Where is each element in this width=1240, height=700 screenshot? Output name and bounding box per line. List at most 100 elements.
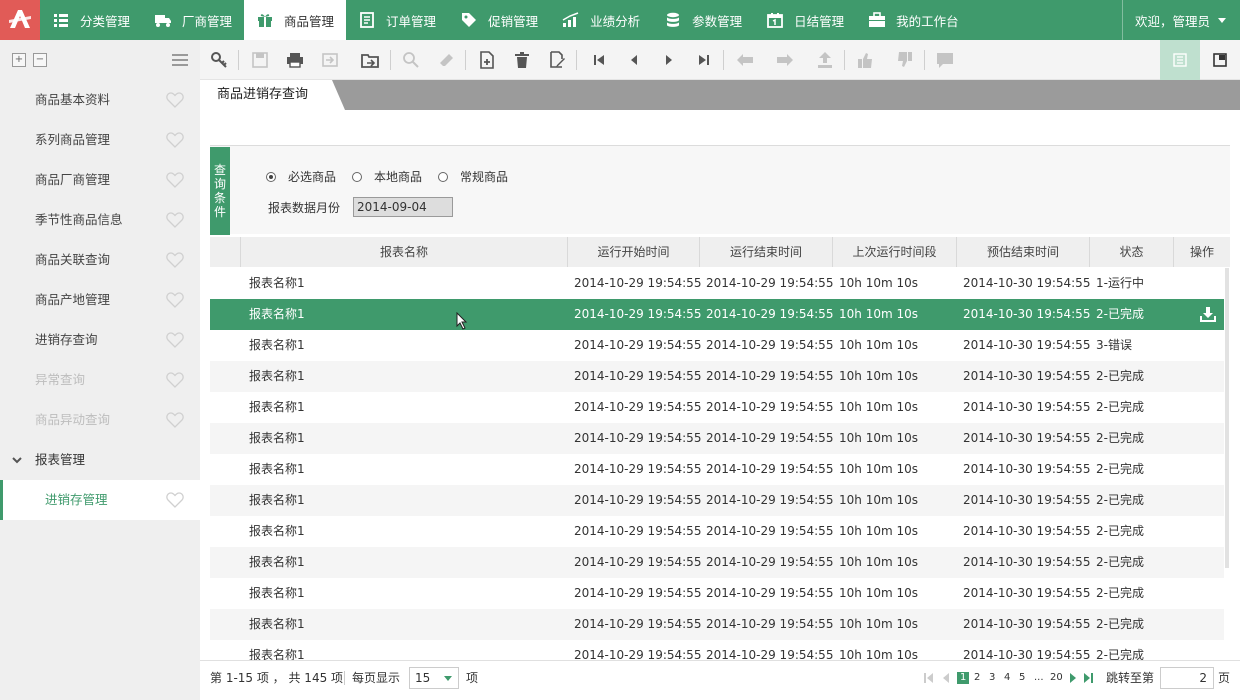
table-row[interactable]: 报表名称1 2014-10-29 19:54:55 2014-10-29 19:54… xyxy=(210,454,1224,485)
heart-icon[interactable] xyxy=(166,212,184,228)
heart-icon[interactable] xyxy=(166,412,184,428)
table-row[interactable]: 报表名称1 2014-10-29 19:54:55 2014-10-29 19:54… xyxy=(210,485,1224,516)
tab-inventory-query[interactable]: 商品进销存查询 xyxy=(200,80,345,110)
popout-icon[interactable] xyxy=(1200,40,1240,80)
page-link[interactable]: 1 xyxy=(957,672,970,684)
table-row[interactable]: 报表名称1 2014-10-29 19:54:55 2014-10-29 19:54… xyxy=(210,609,1224,640)
sidebar-item-1[interactable]: 系列商品管理 xyxy=(0,120,200,160)
nav-item-7[interactable]: 日结管理 xyxy=(754,0,856,40)
report-month-input[interactable]: 2014-09-04 xyxy=(353,197,453,217)
zoom-icon[interactable] xyxy=(402,51,420,69)
first-page-icon[interactable] xyxy=(590,51,608,69)
delete-icon[interactable] xyxy=(513,51,531,69)
table-row[interactable]: 报表名称1 2014-10-29 19:54:55 2014-10-29 19:54… xyxy=(210,423,1224,454)
radio-circle-icon[interactable] xyxy=(352,171,363,182)
sidebar-item-6[interactable]: 进销存查询 xyxy=(0,320,200,360)
table-row[interactable]: 报表名称1 2014-10-29 19:54:55 2014-10-29 19:54… xyxy=(210,392,1224,423)
column-header-0[interactable]: 报表名称 xyxy=(240,237,567,267)
nav-item-1[interactable]: 厂商管理 xyxy=(142,0,244,40)
nav-item-3[interactable]: 订单管理 xyxy=(346,0,448,40)
radio-option-1[interactable]: 本地商品 xyxy=(352,168,422,185)
last-page-icon[interactable] xyxy=(1084,673,1094,683)
heart-icon[interactable] xyxy=(166,132,184,148)
nav-item-0[interactable]: 分类管理 xyxy=(40,0,142,40)
user-menu[interactable]: 欢迎，管理员 xyxy=(1121,0,1240,40)
table-row[interactable]: 报表名称1 2014-10-29 19:54:55 2014-10-29 19:54… xyxy=(210,330,1224,361)
app-logo[interactable] xyxy=(0,0,40,40)
save-icon[interactable] xyxy=(251,51,269,69)
collapse-all-icon[interactable]: − xyxy=(33,53,47,67)
upload-icon[interactable] xyxy=(816,51,834,69)
column-header-1[interactable]: 运行开始时间 xyxy=(567,237,699,267)
heart-icon[interactable] xyxy=(166,252,184,268)
radio-circle-icon[interactable] xyxy=(266,171,276,182)
edit-icon[interactable] xyxy=(548,51,566,69)
nav-item-4[interactable]: 促销管理 xyxy=(448,0,550,40)
page-link[interactable]: 3 xyxy=(989,672,995,684)
sidebar-item-5[interactable]: 商品产地管理 xyxy=(0,280,200,320)
nav-item-6[interactable]: 参数管理 xyxy=(652,0,754,40)
nav-item-5[interactable]: 业绩分析 xyxy=(550,0,652,40)
print-icon[interactable] xyxy=(286,51,304,69)
page-link[interactable]: 20 xyxy=(1050,672,1063,684)
search-key-icon[interactable] xyxy=(210,51,228,69)
last-page-icon[interactable] xyxy=(695,51,713,69)
thumbs-down-icon[interactable] xyxy=(896,51,914,69)
next-page-icon[interactable] xyxy=(1068,673,1078,683)
sidebar-item-3[interactable]: 季节性商品信息 xyxy=(0,200,200,240)
table-row[interactable]: 报表名称1 2014-10-29 19:54:55 2014-10-29 19:54… xyxy=(210,640,1224,660)
goto-page-input[interactable]: 2 xyxy=(1160,667,1214,689)
add-file-icon[interactable] xyxy=(478,51,496,69)
arrow-right-icon[interactable] xyxy=(776,51,794,69)
column-header-2[interactable]: 运行结束时间 xyxy=(699,237,832,267)
export-icon[interactable] xyxy=(321,51,339,69)
radio-option-2[interactable]: 常规商品 xyxy=(438,168,508,185)
list-view-icon[interactable] xyxy=(1160,40,1200,80)
table-cell: 2014-10-29 19:54:55 xyxy=(706,338,834,352)
heart-icon[interactable] xyxy=(166,92,184,108)
table-row[interactable]: 报表名称1 2014-10-29 19:54:55 2014-10-29 19:54… xyxy=(210,547,1224,578)
nav-item-2[interactable]: 商品管理 xyxy=(244,0,347,40)
nav-item-8[interactable]: 我的工作台 xyxy=(856,0,971,40)
column-header-5[interactable]: 状态 xyxy=(1089,237,1173,267)
page-link[interactable]: 2 xyxy=(974,672,980,684)
next-page-icon[interactable] xyxy=(660,51,678,69)
open-folder-icon[interactable] xyxy=(361,51,379,69)
menu-icon[interactable] xyxy=(172,54,188,66)
heart-icon[interactable] xyxy=(166,492,184,508)
page-link[interactable]: 4 xyxy=(1004,672,1010,684)
column-header-3[interactable]: 上次运行时间段 xyxy=(832,237,956,267)
grid-scrollbar[interactable] xyxy=(1225,268,1229,568)
first-page-icon[interactable] xyxy=(924,673,934,683)
prev-page-icon[interactable] xyxy=(941,673,951,683)
sidebar-item-2[interactable]: 商品厂商管理 xyxy=(0,160,200,200)
table-row[interactable]: 报表名称1 2014-10-29 19:54:55 2014-10-29 19:54… xyxy=(210,268,1224,299)
eraser-icon[interactable] xyxy=(438,51,456,69)
thumbs-up-icon[interactable] xyxy=(856,51,874,69)
table-cell: 2-已完成 xyxy=(1096,431,1144,445)
comment-icon[interactable] xyxy=(936,51,954,69)
prev-page-icon[interactable] xyxy=(625,51,643,69)
radio-option-0[interactable]: 必选商品 xyxy=(266,168,336,185)
sidebar-item-0[interactable]: 商品基本资料 xyxy=(0,80,200,120)
download-icon[interactable] xyxy=(1200,306,1216,322)
per-page-select[interactable]: 15 xyxy=(409,667,459,689)
sidebar-item-4[interactable]: 商品关联查询 xyxy=(0,240,200,280)
column-header-4[interactable]: 预估结束时间 xyxy=(956,237,1089,267)
table-cell: 2-已完成 xyxy=(1096,400,1144,414)
table-row[interactable]: 报表名称1 2014-10-29 19:54:55 2014-10-29 19:54… xyxy=(210,299,1224,330)
arrow-left-icon[interactable] xyxy=(736,51,754,69)
page-link[interactable]: 5 xyxy=(1019,672,1025,684)
radio-circle-icon[interactable] xyxy=(438,171,449,182)
table-row[interactable]: 报表名称1 2014-10-29 19:54:55 2014-10-29 19:54… xyxy=(210,516,1224,547)
heart-icon[interactable] xyxy=(166,332,184,348)
table-row[interactable]: 报表名称1 2014-10-29 19:54:55 2014-10-29 19:54… xyxy=(210,361,1224,392)
heart-icon[interactable] xyxy=(166,172,184,188)
heart-icon[interactable] xyxy=(166,292,184,308)
sidebar-item-inventory-manage[interactable]: 进销存管理 xyxy=(0,480,200,520)
expand-all-icon[interactable]: + xyxy=(12,53,26,67)
column-header-6[interactable]: 操作 xyxy=(1173,237,1230,267)
heart-icon[interactable] xyxy=(166,372,184,388)
sidebar-group-reports[interactable]: 报表管理 xyxy=(0,440,200,480)
table-row[interactable]: 报表名称1 2014-10-29 19:54:55 2014-10-29 19:54… xyxy=(210,578,1224,609)
